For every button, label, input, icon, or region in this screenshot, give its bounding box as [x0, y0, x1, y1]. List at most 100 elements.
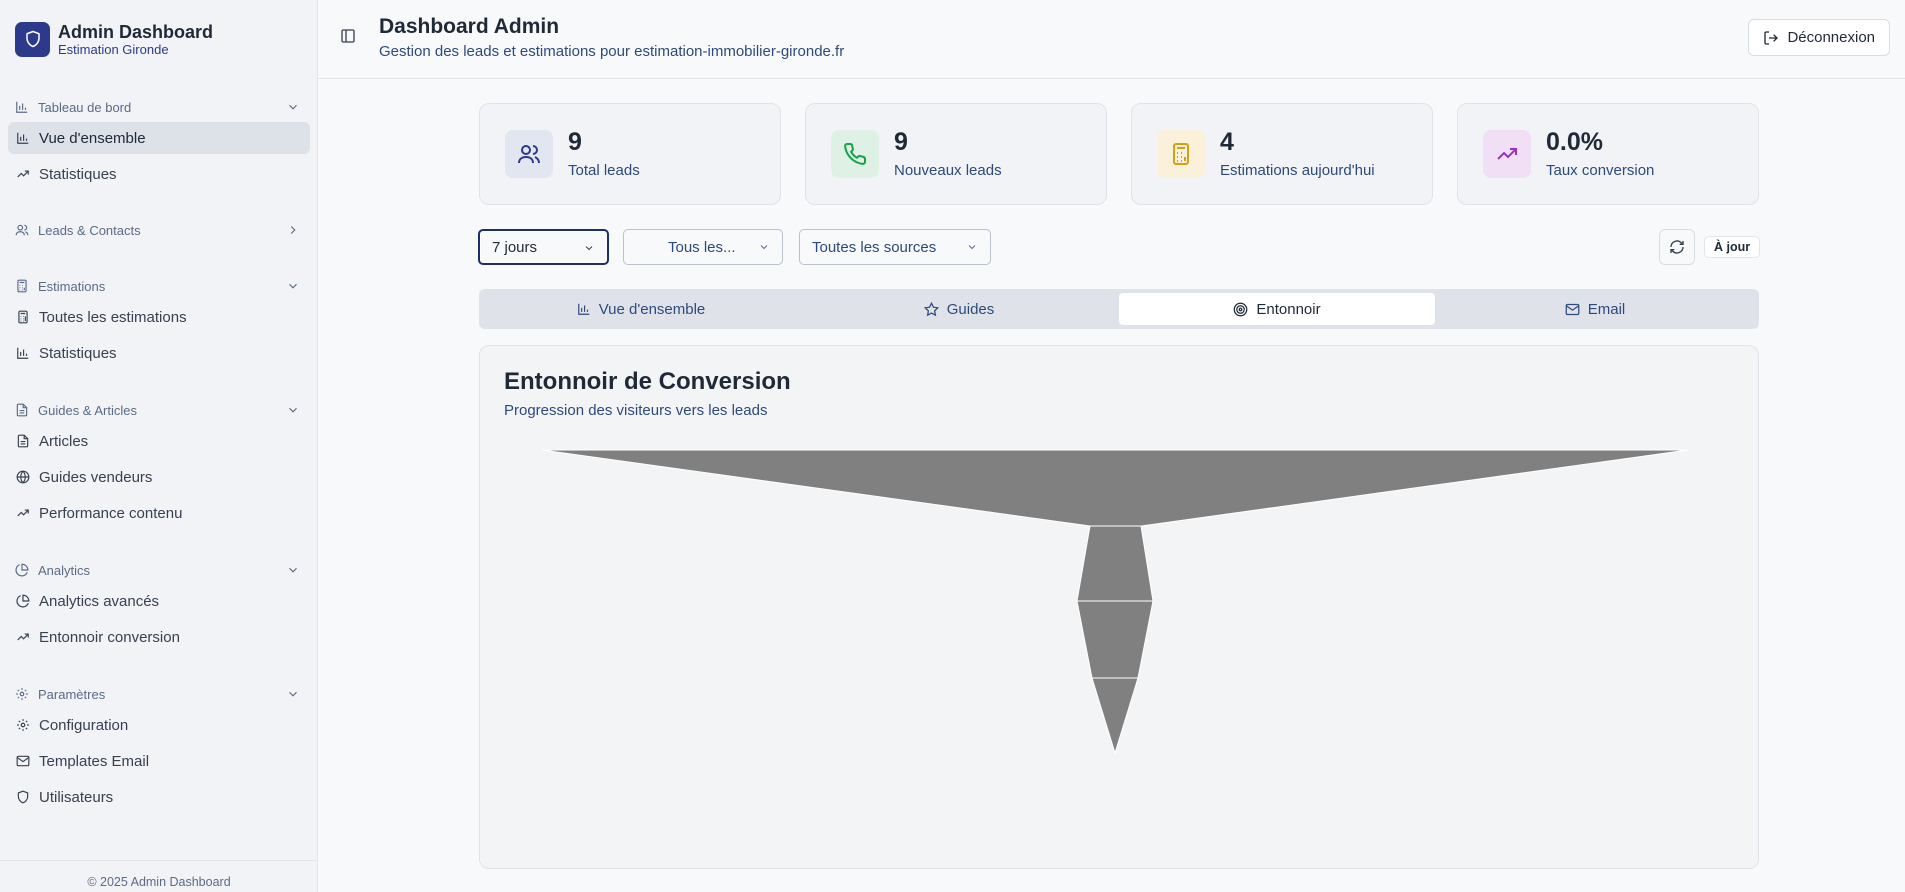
stat-label: Estimations aujourd'hui — [1220, 162, 1375, 179]
section-header-leads[interactable]: Leads & Contacts — [0, 215, 318, 245]
stat-value: 0.0% — [1546, 128, 1603, 156]
funnel-segment-3[interactable] — [1076, 600, 1154, 679]
logout-icon — [1763, 30, 1779, 46]
funnel-segment-1[interactable] — [541, 449, 1689, 527]
sidebar-item-label: Vue d'ensemble — [39, 129, 146, 147]
section-header-parametres[interactable]: Paramètres — [0, 679, 318, 709]
logout-label: Déconnexion — [1787, 29, 1875, 46]
gear-icon — [15, 687, 29, 701]
target-icon — [1233, 302, 1248, 317]
tab-entonnoir[interactable]: Entonnoir — [1119, 293, 1435, 325]
funnel-segment-2[interactable] — [1076, 525, 1154, 602]
calculator-icon — [15, 279, 29, 293]
bar-chart-icon — [15, 100, 29, 114]
sidebar: Admin Dashboard Estimation Gironde Table… — [0, 0, 318, 892]
chevron-down-icon — [286, 403, 300, 417]
sidebar-item-label: Configuration — [39, 716, 129, 734]
calculator-icon — [1157, 130, 1205, 178]
trending-up-icon — [16, 506, 30, 520]
sidebar-item-analytics-avances[interactable]: Analytics avancés — [8, 585, 310, 617]
brand[interactable]: Admin Dashboard Estimation Gironde — [0, 0, 317, 78]
sidebar-item-guides-vendeurs[interactable]: Guides vendeurs — [8, 461, 310, 493]
period-select[interactable]: 7 jours — [478, 229, 609, 265]
sidebar-item-label: Statistiques — [39, 344, 117, 362]
stat-card-nouveaux-leads: 9 Nouveaux leads — [805, 103, 1107, 205]
sidebar-item-label: Toutes les estimations — [39, 308, 187, 326]
tab-label: Entonnoir — [1256, 300, 1321, 318]
stat-value: 4 — [1220, 128, 1234, 156]
sidebar-item-label: Entonnoir conversion — [39, 628, 180, 646]
sidebar-item-statistiques-estimations[interactable]: Statistiques — [8, 337, 310, 369]
sidebar-toggle-icon[interactable] — [340, 28, 356, 44]
section-header-analytics[interactable]: Analytics — [0, 555, 318, 585]
trending-up-icon — [16, 630, 30, 644]
sidebar-item-articles[interactable]: Articles — [8, 425, 310, 457]
refresh-button[interactable] — [1659, 229, 1695, 265]
stat-card-total-leads: 9 Total leads — [479, 103, 781, 205]
sidebar-item-templates-email[interactable]: Templates Email — [8, 745, 310, 777]
page-subtitle: Gestion des leads et estimations pour es… — [379, 43, 845, 60]
section-label: Estimations — [38, 278, 106, 294]
sidebar-item-label: Templates Email — [39, 752, 150, 770]
tab-guides[interactable]: Guides — [801, 293, 1117, 325]
chevron-down-icon — [286, 279, 300, 293]
sidebar-item-label: Performance contenu — [39, 504, 183, 522]
source-select-value: Toutes les sources — [812, 238, 937, 256]
logout-button[interactable]: Déconnexion — [1748, 19, 1890, 56]
star-icon — [923, 301, 939, 317]
tabs-bar: Vue d'ensemble Guides Entonnoir Email — [479, 289, 1759, 329]
chevron-down-icon — [286, 100, 300, 114]
tab-email[interactable]: Email — [1437, 293, 1753, 325]
calculator-icon — [16, 310, 30, 324]
tab-label: Vue d'ensemble — [598, 300, 706, 318]
category-select[interactable]: Tous les... — [623, 229, 783, 265]
pie-chart-icon — [16, 594, 30, 608]
stat-label: Taux conversion — [1546, 162, 1655, 179]
section-header-tableau-de-bord[interactable]: Tableau de bord — [0, 92, 318, 122]
shield-logo-icon — [15, 21, 50, 57]
sidebar-item-performance-contenu[interactable]: Performance contenu — [8, 497, 310, 529]
globe-icon — [16, 470, 30, 484]
trending-up-icon — [16, 167, 30, 181]
chevron-down-icon — [583, 242, 595, 254]
stat-label: Total leads — [568, 162, 640, 179]
sidebar-item-utilisateurs[interactable]: Utilisateurs — [8, 781, 310, 813]
gear-icon — [16, 718, 30, 732]
source-select[interactable]: Toutes les sources — [799, 229, 991, 265]
stat-card-estimations: 4 Estimations aujourd'hui — [1131, 103, 1433, 205]
section-header-estimations[interactable]: Estimations — [0, 271, 318, 301]
sidebar-item-vue-ensemble[interactable]: Vue d'ensemble — [8, 122, 310, 154]
phone-icon — [831, 130, 879, 178]
funnel-chart — [541, 449, 1689, 755]
brand-subtitle: Estimation Gironde — [58, 41, 169, 57]
sidebar-item-label: Analytics avancés — [39, 592, 160, 610]
funnel-segment-4[interactable] — [1091, 677, 1139, 755]
sidebar-section-guides: Guides & Articles Articles Guides vendeu… — [0, 395, 318, 529]
tab-vue-ensemble[interactable]: Vue d'ensemble — [483, 293, 799, 325]
chevron-down-icon — [286, 563, 300, 577]
section-label: Analytics — [38, 562, 91, 578]
sidebar-section-estimations: Estimations Toutes les estimations Stati… — [0, 271, 318, 369]
stat-value: 9 — [894, 128, 908, 156]
top-header: Dashboard Admin Gestion des leads et est… — [318, 0, 1905, 79]
status-badge: À jour — [1704, 236, 1761, 258]
sidebar-item-label: Articles — [39, 432, 89, 450]
chevron-down-icon — [758, 241, 770, 253]
section-header-guides[interactable]: Guides & Articles — [0, 395, 318, 425]
sidebar-footer: © 2025 Admin Dashboard — [0, 860, 318, 892]
sidebar-item-label: Guides vendeurs — [39, 468, 153, 486]
stat-label: Nouveaux leads — [894, 162, 1002, 179]
sidebar-item-statistiques[interactable]: Statistiques — [8, 158, 310, 190]
file-text-icon — [15, 403, 29, 417]
sidebar-item-toutes-estimations[interactable]: Toutes les estimations — [8, 301, 310, 333]
section-label: Leads & Contacts — [38, 222, 141, 238]
bar-chart-icon — [577, 302, 591, 316]
chevron-down-icon — [966, 241, 978, 253]
page-title: Dashboard Admin — [379, 15, 560, 38]
sidebar-item-entonnoir-conversion[interactable]: Entonnoir conversion — [8, 621, 310, 653]
sidebar-item-configuration[interactable]: Configuration — [8, 709, 310, 741]
section-label: Guides & Articles — [38, 402, 137, 418]
pie-chart-icon — [15, 563, 29, 577]
bar-chart-icon — [16, 131, 30, 145]
funnel-panel: Entonnoir de Conversion Progression des … — [479, 345, 1759, 869]
